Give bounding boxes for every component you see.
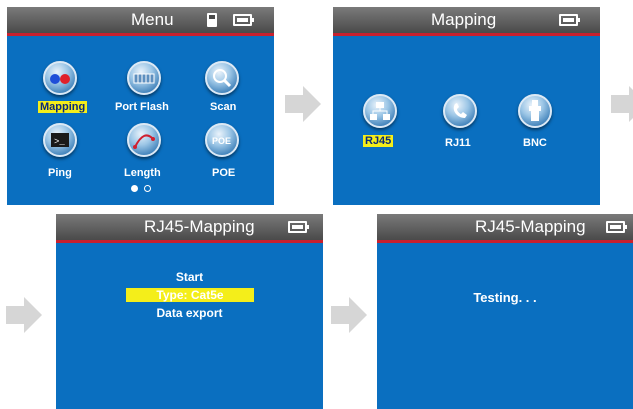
mapping-icon[interactable]	[43, 61, 77, 95]
testing-status: Testing. . .	[473, 290, 537, 305]
arrow-right-icon	[611, 86, 633, 122]
menu-header: Menu	[7, 7, 274, 33]
port-flash-icon[interactable]	[127, 61, 161, 95]
arrow-right-icon	[285, 86, 321, 122]
menu-item-ping[interactable]: Ping	[48, 167, 72, 179]
mapping-item-bnc[interactable]: BNC	[523, 137, 547, 149]
rj45-testing-screen: RJ45-Mapping Testing. . .	[377, 214, 633, 409]
battery-icon	[606, 221, 627, 233]
length-icon[interactable]	[127, 123, 161, 157]
rj45-mapping-menu-screen: RJ45-Mapping Start Type: Cat5e Data expo…	[56, 214, 323, 409]
terminal-icon[interactable]: >_	[43, 123, 77, 157]
arrow-right-icon	[6, 297, 42, 333]
rj45-network-icon[interactable]	[363, 94, 397, 128]
menu-item-length[interactable]: Length	[124, 167, 161, 179]
menu-item-data-export[interactable]: Data export	[56, 306, 323, 320]
menu-screen: Menu Mapping Port Flash Scan >_ Ping Len…	[7, 7, 274, 205]
battery-icon	[233, 14, 254, 26]
menu-item-port-flash[interactable]: Port Flash	[115, 101, 169, 113]
page-indicator-inactive	[144, 185, 151, 192]
svg-text:POE: POE	[212, 136, 231, 146]
phone-icon[interactable]	[443, 94, 477, 128]
header-accent-line	[7, 33, 274, 36]
bnc-connector-icon[interactable]	[518, 94, 552, 128]
rj45-testing-header: RJ45-Mapping	[377, 214, 633, 240]
poe-icon[interactable]: POE	[205, 123, 239, 157]
header-accent-line	[377, 240, 633, 243]
menu-title: Menu	[131, 10, 174, 29]
battery-icon	[288, 221, 309, 233]
battery-icon	[559, 14, 580, 26]
page-indicator-active	[131, 185, 138, 192]
rj45-mapping-header: RJ45-Mapping	[56, 214, 323, 240]
menu-item-scan[interactable]: Scan	[210, 101, 236, 113]
rj45-mapping-title: RJ45-Mapping	[144, 217, 255, 236]
header-accent-line	[56, 240, 323, 243]
magnifier-icon[interactable]	[205, 61, 239, 95]
mapping-title: Mapping	[431, 10, 497, 29]
mapping-header: Mapping	[333, 7, 600, 33]
mapping-item-rj11[interactable]: RJ11	[445, 137, 471, 149]
arrow-right-icon	[331, 297, 367, 333]
header-accent-line	[333, 33, 600, 36]
svg-text:>_: >_	[54, 137, 65, 147]
menu-item-start[interactable]: Start	[56, 270, 323, 284]
menu-item-type[interactable]: Type: Cat5e	[126, 288, 254, 302]
rj45-testing-title: RJ45-Mapping	[475, 217, 586, 236]
menu-item-poe[interactable]: POE	[212, 167, 235, 179]
menu-item-mapping[interactable]: Mapping	[38, 101, 88, 113]
mapping-item-rj45[interactable]: RJ45	[363, 135, 394, 147]
mapping-screen: Mapping RJ45 RJ11 BNC	[333, 7, 600, 205]
sd-card-icon	[207, 13, 217, 27]
